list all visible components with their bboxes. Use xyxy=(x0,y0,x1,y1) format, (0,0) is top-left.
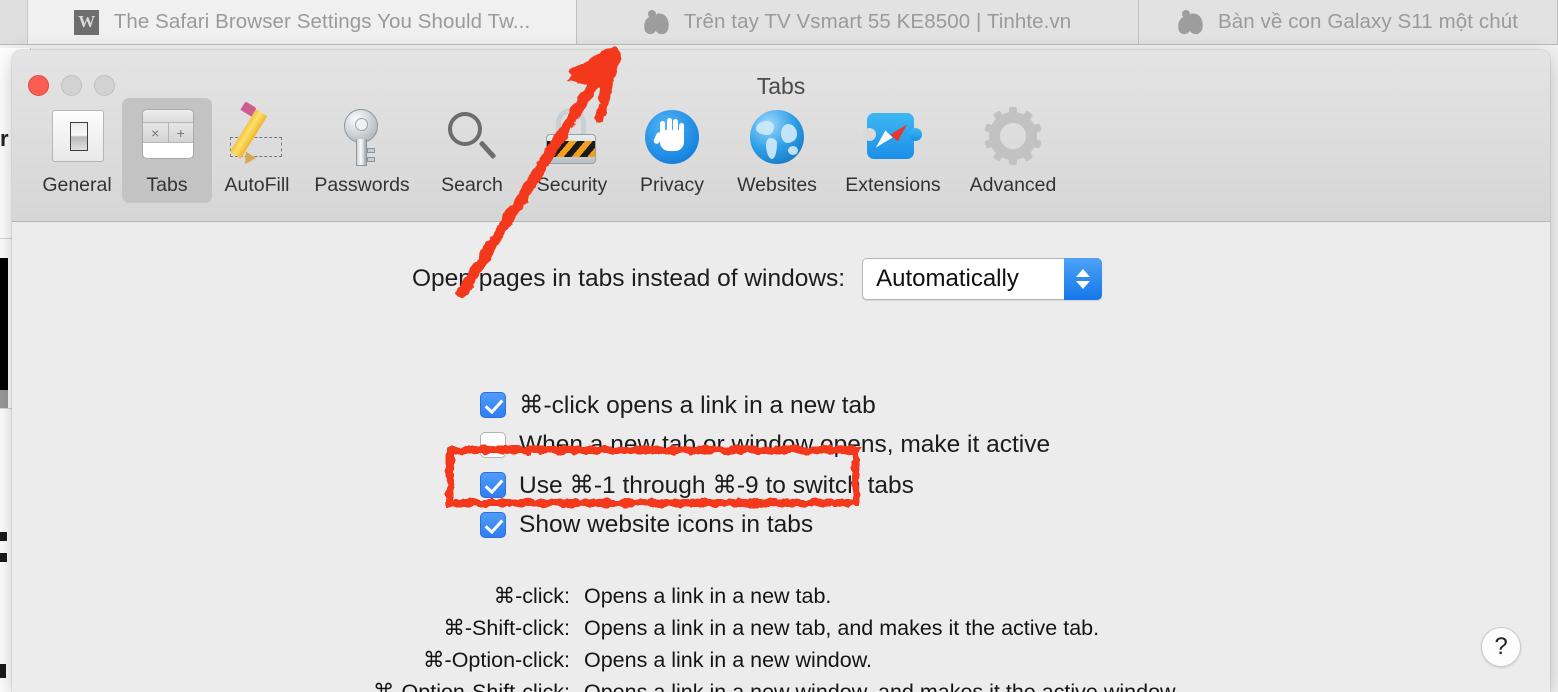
preferences-toolbar-items: General × + Tabs AutoFill Passwords Sear… xyxy=(32,98,1072,203)
toolbar-item-passwords[interactable]: Passwords xyxy=(302,98,422,203)
toolbar-item-websites[interactable]: Websites xyxy=(722,98,832,203)
toolbar-item-advanced[interactable]: Advanced xyxy=(954,98,1072,203)
shortcut-row: ⌘-click: Opens a link in a new tab. xyxy=(12,584,1550,616)
shortcut-row: ⌘-Shift-click: Opens a link in a new tab… xyxy=(12,616,1550,648)
shortcut-key: ⌘-click: xyxy=(493,584,570,608)
checkbox-row-make-active[interactable]: When a new tab or window opens, make it … xyxy=(480,425,1050,465)
checkbox-label: Use ⌘-1 through ⌘-9 to switch tabs xyxy=(519,472,914,499)
tabs-options-checkbox-list: ⌘-click opens a link in a new tab When a… xyxy=(480,385,1050,545)
background-window-grey-region xyxy=(0,390,8,408)
checkbox-label: When a new tab or window opens, make it … xyxy=(519,431,1051,458)
tinhte-favicon xyxy=(1176,9,1205,35)
toolbar-item-label: Security xyxy=(536,174,608,196)
passwords-icon xyxy=(331,106,393,168)
toolbar-item-label: Websites xyxy=(737,174,817,196)
background-window-glyph xyxy=(0,532,7,541)
search-icon xyxy=(441,106,503,168)
toolbar-item-search[interactable]: Search xyxy=(422,98,522,203)
shortcut-description: Opens a link in a new tab. xyxy=(584,584,832,608)
checkbox-row-website-icons[interactable]: Show website icons in tabs xyxy=(480,505,1050,545)
tab-bar-left-spacer xyxy=(0,0,28,44)
favicon-letter: W xyxy=(74,9,100,35)
shortcut-key: ⌘-Shift-click: xyxy=(443,616,570,640)
shortcut-row: ⌘-Option-click: Opens a link in a new wi… xyxy=(12,648,1550,680)
websites-icon xyxy=(746,106,808,168)
open-pages-dropdown[interactable]: Automatically xyxy=(862,258,1103,300)
checkbox-cmd-click[interactable] xyxy=(480,392,506,418)
tinhte-favicon xyxy=(642,9,671,35)
toolbar-item-label: Privacy xyxy=(640,174,704,196)
browser-tab-1[interactable]: Trên tay TV Vsmart 55 KE8500 | Tinhte.vn xyxy=(577,0,1139,44)
preferences-toolbar: Tabs General × + Tabs AutoFill Passwords… xyxy=(12,50,1550,222)
checkbox-row-cmd-click[interactable]: ⌘-click opens a link in a new tab xyxy=(480,385,1050,425)
help-button[interactable]: ? xyxy=(1481,627,1521,667)
security-icon xyxy=(541,106,603,168)
tabs-icon: × + xyxy=(136,106,198,168)
extensions-icon xyxy=(862,106,924,168)
checkbox-switch-tabs[interactable] xyxy=(480,472,506,498)
autofill-icon xyxy=(226,101,288,168)
safari-preferences-window: Tabs General × + Tabs AutoFill Passwords… xyxy=(12,50,1550,692)
browser-tab-2[interactable]: Bàn về con Galaxy S11 một chút xyxy=(1139,0,1558,44)
toolbar-item-label: General xyxy=(42,174,112,196)
toolbar-item-label: Passwords xyxy=(314,174,410,196)
toolbar-item-extensions[interactable]: Extensions xyxy=(832,98,954,203)
checkbox-make-active[interactable] xyxy=(480,432,506,458)
checkbox-show-website-icons[interactable] xyxy=(480,512,506,538)
browser-tab-title: Bàn về con Galaxy S11 một chút xyxy=(1217,10,1519,33)
toolbar-item-label: Advanced xyxy=(969,174,1057,196)
lifehacker-favicon: W xyxy=(74,9,100,35)
toolbar-item-security[interactable]: Security xyxy=(522,98,622,203)
toolbar-item-label: Tabs xyxy=(146,174,188,196)
screen: r W The Safari Browser Settings You Shou… xyxy=(0,0,1558,692)
checkbox-row-switch-tabs[interactable]: Use ⌘-1 through ⌘-9 to switch tabs xyxy=(480,465,1050,505)
open-pages-label: Open pages in tabs instead of windows: xyxy=(412,265,846,292)
browser-tab-0[interactable]: W The Safari Browser Settings You Should… xyxy=(28,0,577,44)
toolbar-item-autofill[interactable]: AutoFill xyxy=(212,98,302,203)
open-pages-dropdown-value: Automatically xyxy=(876,265,1019,292)
toolbar-item-tabs[interactable]: × + Tabs xyxy=(122,98,212,203)
tabs-preferences-pane: Open pages in tabs instead of windows: A… xyxy=(12,222,1550,692)
checkbox-label: Show website icons in tabs xyxy=(519,511,814,538)
background-window-glyph xyxy=(0,664,6,678)
general-icon xyxy=(46,106,108,168)
browser-tab-title: The Safari Browser Settings You Should T… xyxy=(113,10,531,33)
toolbar-item-label: AutoFill xyxy=(224,174,290,196)
browser-tab-title: Trên tay TV Vsmart 55 KE8500 | Tinhte.vn xyxy=(683,10,1072,33)
shortcut-description: Opens a link in a new window. xyxy=(584,648,873,672)
background-window-dark-region xyxy=(0,258,8,390)
advanced-icon xyxy=(982,106,1044,168)
toolbar-item-label: Search xyxy=(441,174,503,196)
toolbar-item-privacy[interactable]: Privacy xyxy=(622,98,722,203)
shortcut-key: ⌘-Option-Shift-click: xyxy=(372,680,570,692)
chevron-updown-icon xyxy=(1064,258,1103,300)
toolbar-item-general[interactable]: General xyxy=(32,98,122,203)
background-window-glyph xyxy=(0,553,7,562)
shortcut-description: Opens a link in a new window, and makes … xyxy=(584,680,1181,692)
shortcut-description: Opens a link in a new tab, and makes it … xyxy=(584,616,1100,640)
shortcut-reference-table: ⌘-click: Opens a link in a new tab. ⌘-Sh… xyxy=(12,584,1550,692)
toolbar-item-label: Extensions xyxy=(845,174,941,196)
checkbox-label: ⌘-click opens a link in a new tab xyxy=(519,392,876,419)
shortcut-key: ⌘-Option-click: xyxy=(423,648,570,672)
privacy-icon xyxy=(641,106,703,168)
open-pages-setting-row: Open pages in tabs instead of windows: A… xyxy=(12,258,1550,300)
shortcut-row: ⌘-Option-Shift-click: Opens a link in a … xyxy=(12,680,1550,692)
window-title: Tabs xyxy=(756,73,806,99)
browser-tab-bar: W The Safari Browser Settings You Should… xyxy=(0,0,1558,45)
